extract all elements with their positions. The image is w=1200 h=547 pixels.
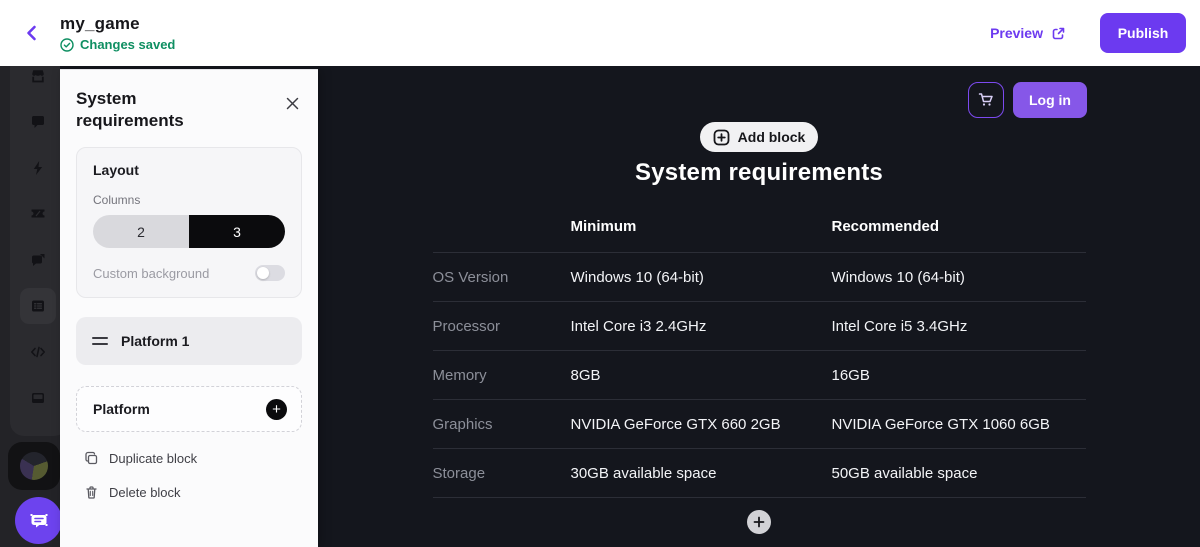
platform-item-label: Platform 1 [121,333,189,349]
login-button[interactable]: Log in [1013,82,1087,118]
chat-share-icon[interactable] [20,242,56,278]
table-header-row: Minimum Recommended [433,201,1086,253]
table-row: Processor Intel Core i3 2.4GHz Intel Cor… [433,302,1086,351]
delete-block-button[interactable]: Delete block [76,485,302,500]
columns-segmented-control: 2 3 [93,215,285,248]
comment-icon[interactable] [20,104,56,140]
preview-label: Preview [990,25,1043,41]
external-link-icon [1051,26,1066,41]
add-block-label: Add block [738,129,806,145]
duplicate-block-button[interactable]: Duplicate block [76,451,302,466]
row-label: Storage [433,465,571,482]
window-icon[interactable] [20,380,56,416]
row-min-value: Intel Core i3 2.4GHz [571,318,832,335]
add-row-button[interactable] [747,510,771,534]
editor-main: Log in Add block System requirements Min… [0,66,1200,547]
duplicate-icon [84,451,99,466]
row-label: Graphics [433,416,571,433]
columns-option-3[interactable]: 3 [189,215,285,248]
avatar-image [20,452,48,480]
editor-topbar: my_game Changes saved Preview Publish [0,0,1200,66]
row-rec-value: 50GB available space [832,465,1086,482]
close-icon [285,96,300,111]
cart-icon [977,91,995,109]
block-rail-toolbar [10,66,60,436]
add-block-button[interactable]: Add block [700,122,819,152]
header-empty-cell [433,235,571,252]
add-platform-label: Platform [93,401,150,417]
row-label: Memory [433,367,571,384]
header-recommended: Recommended [832,218,1086,252]
save-status-label: Changes saved [80,37,175,52]
chat-widget-button[interactable] [15,497,60,544]
table-row: OS Version Windows 10 (64-bit) Windows 1… [433,253,1086,302]
row-label: Processor [433,318,571,335]
ticket-icon[interactable] [20,196,56,232]
row-min-value: 8GB [571,367,832,384]
block-settings-panel: System requirements Layout Columns 2 3 C… [60,70,318,547]
toggle-knob [257,267,269,279]
cart-button[interactable] [968,82,1004,118]
delete-block-label: Delete block [109,485,181,500]
close-panel-button[interactable] [283,94,302,116]
back-button[interactable] [20,20,44,46]
header-minimum: Minimum [571,218,832,252]
row-min-value: Windows 10 (64-bit) [571,269,832,286]
duplicate-block-label: Duplicate block [109,451,197,466]
shop-icon[interactable] [20,66,56,94]
block-heading: System requirements [635,159,883,187]
chat-bubble-icon [27,509,51,533]
table-row: Graphics NVIDIA GeForce GTX 660 2GB NVID… [433,400,1086,449]
custom-background-toggle[interactable] [255,265,285,281]
row-rec-value: Intel Core i5 3.4GHz [832,318,1086,335]
row-rec-value: Windows 10 (64-bit) [832,269,1086,286]
save-status: Changes saved [60,37,175,52]
game-avatar[interactable] [8,442,60,490]
block-rail [0,66,60,547]
row-label: OS Version [433,269,571,286]
row-min-value: NVIDIA GeForce GTX 660 2GB [571,416,832,433]
publish-button[interactable]: Publish [1100,13,1186,53]
panel-title: System requirements [76,88,226,131]
row-rec-value: NVIDIA GeForce GTX 1060 6GB [832,416,1086,433]
plus-icon [753,516,765,528]
trash-icon [84,485,99,500]
preview-link[interactable]: Preview [990,25,1066,41]
columns-option-2[interactable]: 2 [93,215,189,248]
plus-square-icon [713,129,730,146]
drag-handle-icon[interactable] [92,337,108,345]
boost-lightning-icon[interactable] [20,150,56,186]
requirements-table: Minimum Recommended OS Version Windows 1… [433,201,1086,498]
chevron-left-icon [24,24,40,42]
row-min-value: 30GB available space [571,465,832,482]
columns-label: Columns [93,193,285,207]
check-circle-icon [60,38,74,52]
layout-heading: Layout [93,162,285,178]
plus-circle-icon: + [266,399,287,420]
table-row: Memory 8GB 16GB [433,351,1086,400]
table-row: Storage 30GB available space 50GB availa… [433,449,1086,498]
row-rec-value: 16GB [832,367,1086,384]
site-preview: Log in Add block System requirements Min… [318,66,1200,547]
embed-code-icon[interactable] [20,334,56,370]
platform-item[interactable]: Platform 1 [76,317,302,365]
requirements-list-icon[interactable] [20,288,56,324]
layout-card: Layout Columns 2 3 Custom background [76,147,302,298]
page-title: my_game [60,14,175,34]
add-platform-button[interactable]: Platform + [76,386,302,432]
custom-background-label: Custom background [93,266,209,281]
